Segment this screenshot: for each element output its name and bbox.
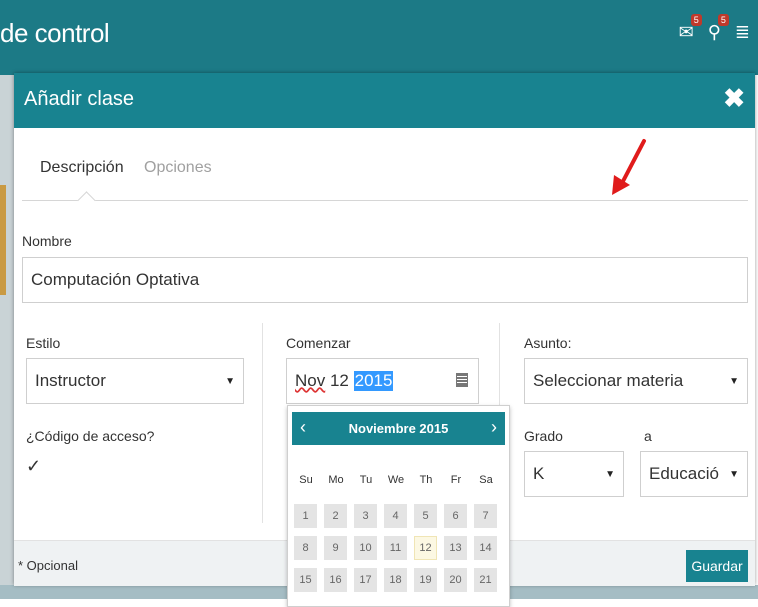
save-button[interactable]: Guardar <box>686 550 748 582</box>
active-tab-indicator <box>77 191 96 210</box>
chevron-down-icon: ▼ <box>605 468 615 480</box>
datepicker: ‹ Noviembre 2015 › Su Mo Tu We Th Fr Sa 1 2 3 4 5 6 7… <box>287 405 510 607</box>
estilo-value: Instructor <box>35 371 106 390</box>
tab-opciones[interactable]: Opciones <box>144 159 212 177</box>
calendar-day[interactable]: 20 <box>444 568 467 592</box>
calendar-day[interactable]: 5 <box>414 504 437 528</box>
comenzar-label: Comenzar <box>286 335 351 351</box>
a-value: Educació <box>649 464 719 483</box>
check-icon: ✓ <box>26 456 42 476</box>
nombre-label: Nombre <box>22 233 72 249</box>
codigo-label: ¿Código de acceso? <box>26 428 155 444</box>
annotation-arrow-icon <box>612 139 646 195</box>
calendar-day[interactable]: 18 <box>384 568 407 592</box>
grado-value: K <box>533 464 545 483</box>
weekday-header: Tu <box>359 474 373 486</box>
calendar-day[interactable]: 19 <box>414 568 437 592</box>
a-label: a <box>644 428 652 444</box>
nombre-input[interactable]: Computación Optativa <box>22 257 748 303</box>
chevron-down-icon: ▼ <box>225 375 235 387</box>
calendar-day[interactable]: 8 <box>294 536 317 560</box>
header-icons: ✉ 5 ⚲ 5 ≣ <box>679 14 750 43</box>
weekday-header: Sa <box>479 474 493 486</box>
calendar-day[interactable]: 3 <box>354 504 377 528</box>
chevron-down-icon: ▼ <box>729 375 739 387</box>
calendar-day[interactable]: 1 <box>294 504 317 528</box>
close-icon[interactable]: ✖ <box>723 83 745 114</box>
calendar-day[interactable]: 10 <box>354 536 377 560</box>
alert-badge: 5 <box>717 14 729 26</box>
weekday-header: Su <box>299 474 313 486</box>
calendar-day[interactable]: 6 <box>444 504 467 528</box>
tab-underline <box>22 200 748 201</box>
asunto-value: Seleccionar materia <box>533 371 684 390</box>
weekday-header: Mo <box>328 474 344 486</box>
column-divider <box>262 323 263 523</box>
datepicker-header: ‹ Noviembre 2015 › <box>292 412 505 445</box>
start-date-input[interactable]: Nov 12 2015 <box>286 358 479 404</box>
asunto-select[interactable]: Seleccionar materia ▼ <box>524 358 748 404</box>
grado-label: Grado <box>524 428 563 444</box>
calendar-day[interactable]: 11 <box>384 536 407 560</box>
calendar-day[interactable]: 12 <box>414 536 437 560</box>
dialog-title: Añadir clase <box>24 88 135 110</box>
calendar-day[interactable]: 2 <box>324 504 347 528</box>
date-month: Nov <box>295 371 326 390</box>
alerts-icon[interactable]: ⚲ 5 <box>708 14 729 43</box>
next-month-icon[interactable]: › <box>491 417 497 438</box>
calendar-day[interactable]: 14 <box>474 536 497 560</box>
calendar-day[interactable]: 17 <box>354 568 377 592</box>
background-panel <box>0 75 14 599</box>
chevron-down-icon: ▼ <box>725 468 739 480</box>
notifications-icon[interactable]: ✉ 5 <box>679 14 702 43</box>
calendar-icon[interactable] <box>456 373 468 387</box>
codigo-checkbox[interactable]: ✓ <box>26 456 41 477</box>
dialog-header: Añadir clase ✖ <box>14 73 755 128</box>
grado-select[interactable]: K ▼ <box>524 451 624 497</box>
calendar-day[interactable]: 15 <box>294 568 317 592</box>
weekday-header: Fr <box>450 474 462 486</box>
datepicker-month-label[interactable]: Noviembre 2015 <box>292 421 505 436</box>
date-year: 2015 <box>353 371 394 391</box>
notification-badge: 5 <box>690 14 702 26</box>
calendar-day[interactable]: 16 <box>324 568 347 592</box>
a-select[interactable]: Educació ▼ <box>640 451 748 497</box>
calendar-day[interactable]: 4 <box>384 504 407 528</box>
weekday-header: Th <box>419 474 433 486</box>
app-title: de control <box>0 18 110 48</box>
calendar-day[interactable]: 9 <box>324 536 347 560</box>
tab-descripcion[interactable]: Descripción <box>40 159 124 177</box>
calendar-day[interactable]: 21 <box>474 568 497 592</box>
menu-icon[interactable]: ≣ <box>735 22 750 43</box>
background-stripe <box>0 185 6 295</box>
calendar-day[interactable]: 13 <box>444 536 467 560</box>
estilo-select[interactable]: Instructor ▼ <box>26 358 244 404</box>
estilo-label: Estilo <box>26 335 61 351</box>
weekday-header: We <box>387 474 405 486</box>
date-day: 12 <box>329 371 349 390</box>
asunto-label: Asunto: <box>524 335 572 351</box>
app-header: de control ✉ 5 ⚲ 5 ≣ <box>0 0 758 75</box>
calendar-day[interactable]: 7 <box>474 504 497 528</box>
optional-note: * Opcional <box>18 558 78 573</box>
